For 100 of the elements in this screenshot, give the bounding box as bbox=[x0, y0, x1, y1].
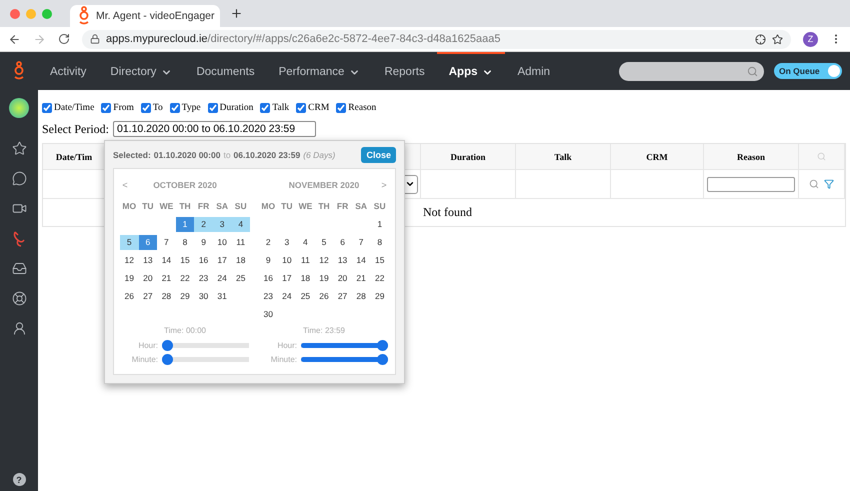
checkbox-label[interactable]: CRM bbox=[308, 103, 330, 113]
calendar-day[interactable]: 13 bbox=[138, 253, 158, 268]
calendar-day[interactable]: 11 bbox=[296, 253, 315, 268]
calendar-day[interactable]: 7 bbox=[157, 235, 176, 250]
calendar-day[interactable]: 28 bbox=[157, 289, 176, 304]
help-button[interactable]: ? bbox=[12, 473, 26, 486]
calendar-day[interactable]: 3 bbox=[212, 217, 232, 232]
profile-avatar[interactable]: Z bbox=[803, 32, 818, 46]
location-icon[interactable] bbox=[755, 34, 766, 44]
calendar-day[interactable]: 11 bbox=[231, 235, 250, 250]
calendar-day[interactable]: 2 bbox=[194, 217, 213, 232]
person-icon[interactable] bbox=[12, 321, 26, 336]
calendar-day[interactable]: 20 bbox=[333, 271, 352, 286]
calendar-day[interactable]: 15 bbox=[176, 253, 194, 268]
checkbox-label[interactable]: To bbox=[152, 103, 163, 113]
slider-thumb[interactable] bbox=[162, 354, 173, 364]
calendar-day[interactable]: 27 bbox=[138, 289, 158, 304]
calendar-day[interactable]: 19 bbox=[314, 271, 334, 286]
nav-item[interactable]: Documents bbox=[184, 52, 267, 90]
calendar-day[interactable]: 4 bbox=[296, 235, 315, 250]
calendar-day[interactable]: 1 bbox=[370, 217, 389, 232]
browser-tab[interactable]: Mr. Agent - videoEngager bbox=[70, 5, 220, 27]
calendar-day[interactable]: 9 bbox=[194, 235, 213, 250]
calendar-day[interactable]: 26 bbox=[314, 289, 334, 304]
checkbox[interactable] bbox=[208, 103, 218, 113]
nav-item[interactable]: Directory bbox=[98, 52, 184, 90]
slider-thumb[interactable] bbox=[162, 340, 173, 350]
checkbox-label[interactable]: Talk bbox=[272, 103, 290, 113]
calendar-day[interactable]: 25 bbox=[231, 271, 250, 286]
reason-filter-field[interactable] bbox=[707, 176, 795, 192]
address-field[interactable]: apps.mypurecloud.ie/directory/#/apps/c26a6e2c-5872-4ee7-84c3-d48a1625aaa5 bbox=[82, 30, 791, 48]
calendar-day[interactable]: 31 bbox=[212, 289, 232, 304]
checkbox-label[interactable]: Date/Time bbox=[54, 103, 94, 113]
search-field[interactable] bbox=[619, 62, 764, 80]
calendar-day[interactable]: 3 bbox=[278, 235, 296, 250]
calendar-day[interactable]: 20 bbox=[138, 271, 158, 286]
calendar-day[interactable]: 23 bbox=[259, 289, 278, 304]
checkbox-label[interactable]: Duration bbox=[220, 103, 254, 113]
calendar-day[interactable]: 5 bbox=[120, 235, 139, 250]
filter-icon[interactable] bbox=[824, 179, 834, 189]
chat-bubble-icon[interactable] bbox=[12, 171, 26, 186]
calendar-day[interactable]: 22 bbox=[370, 271, 389, 286]
checkbox[interactable] bbox=[336, 103, 346, 113]
checkbox-label[interactable]: Reason bbox=[348, 103, 376, 113]
calendar-day[interactable]: 18 bbox=[296, 271, 315, 286]
reload-icon[interactable] bbox=[58, 33, 70, 45]
checkbox-label[interactable]: From bbox=[113, 103, 134, 113]
nav-item[interactable]: Admin bbox=[505, 52, 562, 90]
queue-toggle[interactable]: On Queue bbox=[774, 63, 842, 79]
slider-thumb[interactable] bbox=[377, 340, 388, 350]
star-icon[interactable] bbox=[12, 141, 26, 156]
search-icon[interactable] bbox=[809, 179, 819, 189]
calendar-day[interactable]: 27 bbox=[333, 289, 352, 304]
checkbox[interactable] bbox=[260, 103, 270, 113]
new-tab-icon[interactable] bbox=[230, 7, 243, 20]
calendar-day[interactable]: 2 bbox=[259, 235, 278, 250]
calendar-day[interactable]: 12 bbox=[120, 253, 139, 268]
nav-item[interactable]: Performance bbox=[266, 52, 372, 90]
calendar-day[interactable]: 25 bbox=[296, 289, 315, 304]
calendar-day[interactable]: 26 bbox=[120, 289, 139, 304]
calendar-day[interactable]: 16 bbox=[259, 271, 278, 286]
calendar-day[interactable]: 29 bbox=[176, 289, 194, 304]
calendar-day[interactable]: 30 bbox=[194, 289, 213, 304]
checkbox[interactable] bbox=[170, 103, 180, 113]
calendar-day[interactable]: 13 bbox=[333, 253, 352, 268]
calendar-day[interactable]: 23 bbox=[194, 271, 213, 286]
calendar-day[interactable]: 4 bbox=[231, 217, 250, 232]
calendar-day[interactable]: 19 bbox=[120, 271, 139, 286]
lifebuoy-icon[interactable] bbox=[12, 291, 26, 306]
calendar-day[interactable]: 16 bbox=[194, 253, 213, 268]
close-button[interactable]: Close bbox=[361, 147, 396, 163]
calendar-day[interactable]: 21 bbox=[157, 271, 176, 286]
slider-thumb[interactable] bbox=[377, 354, 388, 364]
calendar-day[interactable]: 17 bbox=[278, 271, 296, 286]
calendar-day[interactable]: 15 bbox=[370, 253, 389, 268]
column-header[interactable]: Talk bbox=[516, 144, 611, 170]
calendar-day[interactable]: 10 bbox=[278, 253, 296, 268]
period-field[interactable]: 01.10.2020 00:00 to 06.10.2020 23:59 bbox=[112, 121, 316, 137]
nav-item[interactable]: Activity bbox=[38, 52, 98, 90]
user-avatar[interactable] bbox=[9, 98, 29, 118]
column-header[interactable]: Reason bbox=[704, 144, 799, 170]
calendar-day[interactable]: 14 bbox=[352, 253, 370, 268]
calendar-day[interactable]: 17 bbox=[212, 253, 232, 268]
calendar-day[interactable]: 9 bbox=[259, 253, 278, 268]
inbox-icon[interactable] bbox=[12, 261, 26, 276]
checkbox-label[interactable]: Type bbox=[182, 103, 201, 113]
checkbox[interactable] bbox=[296, 103, 306, 113]
calendar-day[interactable]: 14 bbox=[157, 253, 176, 268]
calendar-day[interactable]: 10 bbox=[212, 235, 232, 250]
phone-icon[interactable] bbox=[12, 230, 26, 246]
calendar-day[interactable]: 5 bbox=[314, 235, 334, 250]
bookmark-star-icon[interactable] bbox=[772, 34, 783, 44]
calendar-day[interactable]: 24 bbox=[278, 289, 296, 304]
column-header[interactable]: Duration bbox=[421, 144, 516, 170]
calendar-day[interactable]: 6 bbox=[333, 235, 352, 250]
calendar-day[interactable]: 21 bbox=[352, 271, 370, 286]
calendar-day[interactable]: 24 bbox=[212, 271, 232, 286]
calendar-day[interactable]: 8 bbox=[370, 235, 389, 250]
back-icon[interactable] bbox=[8, 32, 21, 46]
calendar-day[interactable]: 22 bbox=[176, 271, 194, 286]
